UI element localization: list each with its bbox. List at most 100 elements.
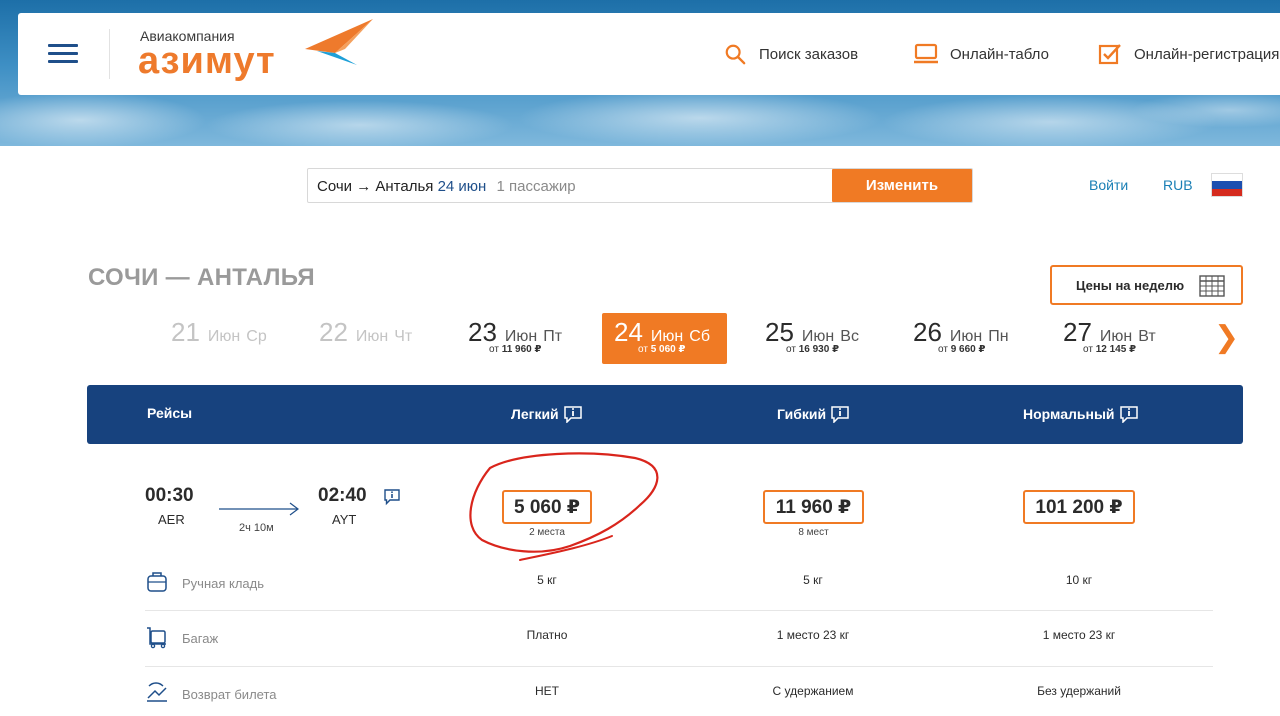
ticket-refund-icon bbox=[147, 682, 167, 702]
feature-value: Платно bbox=[526, 628, 568, 642]
feature-label-baggage: Багаж bbox=[182, 631, 219, 646]
date-month: Июн bbox=[504, 328, 538, 345]
date-price-prefix: от bbox=[638, 344, 648, 355]
feature-value: 1 место 23 кг bbox=[1042, 628, 1116, 642]
change-search-button[interactable]: Изменить bbox=[832, 169, 972, 202]
arrival-time: 02:40 bbox=[318, 485, 367, 506]
feature-value: 1 место 23 кг bbox=[776, 628, 850, 642]
feature-value: Без удержаний bbox=[1037, 684, 1121, 698]
fare-name: Нормальный bbox=[1023, 406, 1115, 422]
fare-header-light: Легкий bbox=[511, 405, 583, 423]
date-cell-26[interactable]: 26 Июн Пн от 9 660 ₽ bbox=[902, 313, 1026, 364]
date-cell-27[interactable]: 27 Июн Вт от 12 145 ₽ bbox=[1051, 313, 1175, 364]
fare-price-light-button[interactable]: 5 060 ₽ bbox=[502, 490, 592, 524]
route-date: 24 июн bbox=[437, 178, 487, 195]
date-price-prefix: от bbox=[489, 344, 499, 355]
flights-column-header: Рейсы bbox=[147, 405, 193, 421]
info-icon[interactable] bbox=[1119, 405, 1139, 423]
date-cell-24-selected[interactable]: 24 Июн Сб от 5 060 ₽ bbox=[602, 313, 727, 364]
date-weekday: Чт bbox=[394, 328, 413, 345]
search-summary-bar[interactable]: Сочи → Анталья 24 июн 1 пассажир Изменит… bbox=[307, 168, 973, 203]
flight-details-info-icon[interactable] bbox=[383, 488, 401, 506]
date-day: 22 bbox=[319, 317, 348, 347]
info-icon[interactable] bbox=[830, 405, 850, 423]
date-weekday: Ср bbox=[246, 328, 267, 345]
currency-selector[interactable]: RUB bbox=[1163, 177, 1193, 193]
date-month: Июн bbox=[949, 328, 983, 345]
date-min-price: 11 960 ₽ bbox=[501, 344, 542, 355]
fare-header-flexible: Гибкий bbox=[777, 405, 850, 423]
date-cell-21: 21 Июн Ср bbox=[160, 313, 284, 364]
carry-on-bag-icon bbox=[147, 572, 167, 592]
checkbox-icon bbox=[1098, 44, 1121, 65]
feature-value: С удержанием bbox=[772, 684, 854, 698]
monitor-icon bbox=[914, 43, 938, 64]
departure-time: 00:30 bbox=[145, 485, 194, 506]
date-month: Июн bbox=[1099, 328, 1133, 345]
flight-arrow-icon bbox=[219, 502, 299, 516]
flight-duration: 2ч 10м bbox=[239, 522, 274, 534]
departure-airport-code: AER bbox=[158, 512, 185, 527]
feature-value: 10 кг bbox=[1065, 573, 1093, 587]
date-weekday: Пн bbox=[988, 328, 1009, 345]
date-min-price: 9 660 ₽ bbox=[950, 344, 986, 355]
feature-label-carry-on: Ручная кладь bbox=[182, 576, 265, 591]
online-board-link[interactable]: Онлайн-табло bbox=[914, 43, 1049, 65]
feature-divider bbox=[145, 666, 1213, 667]
seats-left-light: 2 места bbox=[529, 527, 565, 538]
calendar-grid-icon bbox=[1199, 275, 1225, 297]
feature-value: 5 кг bbox=[803, 573, 823, 587]
fare-price-flexible-button[interactable]: 11 960 ₽ bbox=[763, 490, 864, 524]
russia-flag-icon[interactable] bbox=[1211, 173, 1243, 197]
date-day: 25 bbox=[765, 317, 794, 347]
arrival-airport-code: AYT bbox=[332, 512, 357, 527]
date-price-prefix: от bbox=[1083, 344, 1093, 355]
date-day: 26 bbox=[913, 317, 942, 347]
date-weekday: Вт bbox=[1138, 328, 1156, 345]
luggage-cart-icon bbox=[147, 627, 166, 649]
fares-header-bar: Рейсы Легкий Гибкий Нормальный bbox=[87, 385, 1243, 444]
online-checkin-label: Онлайн-регистрация bbox=[1134, 45, 1280, 63]
online-checkin-link[interactable]: Онлайн-регистрация bbox=[1098, 43, 1279, 65]
date-min-price: 16 930 ₽ bbox=[798, 344, 840, 355]
route-text: Сочи → Анталья bbox=[317, 178, 434, 195]
date-min-price: 5 060 ₽ bbox=[650, 344, 686, 355]
date-price-prefix: от bbox=[786, 344, 796, 355]
seats-left-flexible: 8 мест bbox=[798, 527, 829, 538]
date-min-price: 12 145 ₽ bbox=[1095, 344, 1137, 355]
week-prices-label: Цены на неделю bbox=[1076, 278, 1185, 293]
site-header: Авиакомпания азимут Поиск заказов Онлайн… bbox=[18, 13, 1280, 95]
fare-name: Гибкий bbox=[777, 406, 827, 422]
info-icon[interactable] bbox=[563, 405, 583, 423]
login-link[interactable]: Войти bbox=[1089, 177, 1128, 193]
date-price-prefix: от bbox=[938, 344, 948, 355]
page-title: СОЧИ — АНТАЛЬЯ bbox=[88, 264, 315, 291]
date-month: Июн bbox=[801, 328, 835, 345]
search-orders-link[interactable]: Поиск заказов bbox=[723, 43, 858, 65]
hamburger-menu-icon[interactable] bbox=[48, 44, 78, 64]
fare-price-normal-button[interactable]: 101 200 ₽ bbox=[1023, 490, 1135, 524]
date-cell-25[interactable]: 25 Июн Вс от 16 930 ₽ bbox=[754, 313, 878, 364]
week-prices-button[interactable]: Цены на неделю bbox=[1050, 265, 1243, 305]
feature-value: 5 кг bbox=[537, 573, 557, 587]
date-month: Июн bbox=[355, 328, 389, 345]
logo-bird-icon bbox=[305, 19, 373, 65]
search-orders-label: Поиск заказов bbox=[759, 45, 859, 63]
date-weekday: Пт bbox=[543, 328, 563, 345]
brand-logo-text[interactable]: азимут bbox=[138, 41, 276, 81]
feature-label-refund: Возврат билета bbox=[182, 687, 277, 702]
next-dates-arrow-icon[interactable]: ❯ bbox=[1214, 320, 1239, 355]
search-icon bbox=[725, 44, 746, 65]
header-divider bbox=[109, 29, 110, 79]
date-day: 21 bbox=[171, 317, 200, 347]
date-cell-23[interactable]: 23 Июн Пт от 11 960 ₽ bbox=[456, 313, 580, 364]
date-month: Июн bbox=[650, 328, 684, 345]
date-weekday: Вс bbox=[840, 328, 859, 345]
search-route: Сочи → Анталья 24 июн 1 пассажир bbox=[317, 178, 576, 195]
date-day: 23 bbox=[468, 317, 497, 347]
feature-value: НЕТ bbox=[535, 684, 559, 698]
passenger-count: 1 пассажир bbox=[496, 178, 576, 195]
date-cell-22: 22 Июн Чт bbox=[308, 313, 432, 364]
date-day: 27 bbox=[1063, 317, 1092, 347]
date-day: 24 bbox=[614, 317, 643, 347]
